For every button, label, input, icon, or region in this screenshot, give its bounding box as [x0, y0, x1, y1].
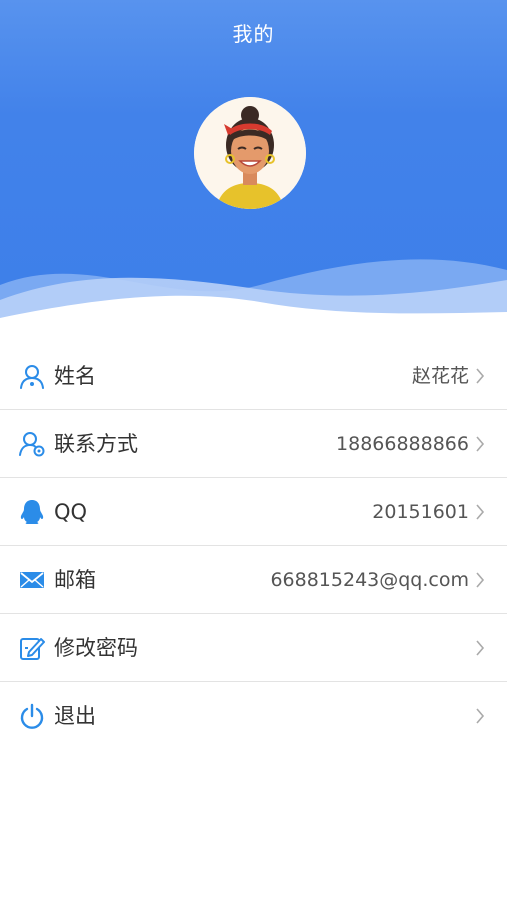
email-label: 邮箱 [54, 568, 96, 592]
female-avatar-icon [194, 97, 306, 209]
email-row[interactable]: 邮箱 668815243@qq.com [0, 546, 507, 614]
change-password-row[interactable]: 修改密码 [0, 614, 507, 682]
change-password-label: 修改密码 [54, 636, 138, 660]
wave-decoration [0, 259, 507, 330]
qq-value: 20151601 [372, 501, 469, 523]
logout-row[interactable]: 退出 [0, 682, 507, 750]
profile-header: 我的 [0, 0, 507, 330]
contact-row[interactable]: 联系方式 18866888866 [0, 410, 507, 478]
chevron-right-icon [476, 436, 485, 452]
chevron-right-icon [476, 708, 485, 724]
qq-label: QQ [54, 500, 88, 524]
chevron-right-icon [476, 504, 485, 520]
chevron-right-icon [476, 368, 485, 384]
power-icon [20, 703, 44, 729]
profile-menu-list: 姓名 赵花花 联系方式 18866888866 QQ 20151601 邮箱 6… [0, 342, 507, 750]
logout-label: 退出 [54, 704, 96, 728]
name-value: 赵花花 [411, 365, 469, 387]
contact-settings-icon [19, 432, 45, 457]
edit-password-icon [20, 638, 45, 660]
chevron-right-icon [476, 640, 485, 656]
chevron-right-icon [476, 572, 485, 588]
contact-label: 联系方式 [54, 432, 138, 456]
avatar[interactable] [194, 97, 306, 209]
email-value: 668815243@qq.com [270, 569, 469, 591]
user-icon [20, 365, 44, 389]
page-title: 我的 [232, 22, 275, 46]
mail-icon [20, 572, 44, 588]
contact-value: 18866888866 [336, 433, 469, 455]
qq-row[interactable]: QQ 20151601 [0, 478, 507, 546]
qq-penguin-icon [20, 500, 44, 524]
name-row[interactable]: 姓名 赵花花 [0, 342, 507, 410]
name-label: 姓名 [54, 364, 96, 388]
